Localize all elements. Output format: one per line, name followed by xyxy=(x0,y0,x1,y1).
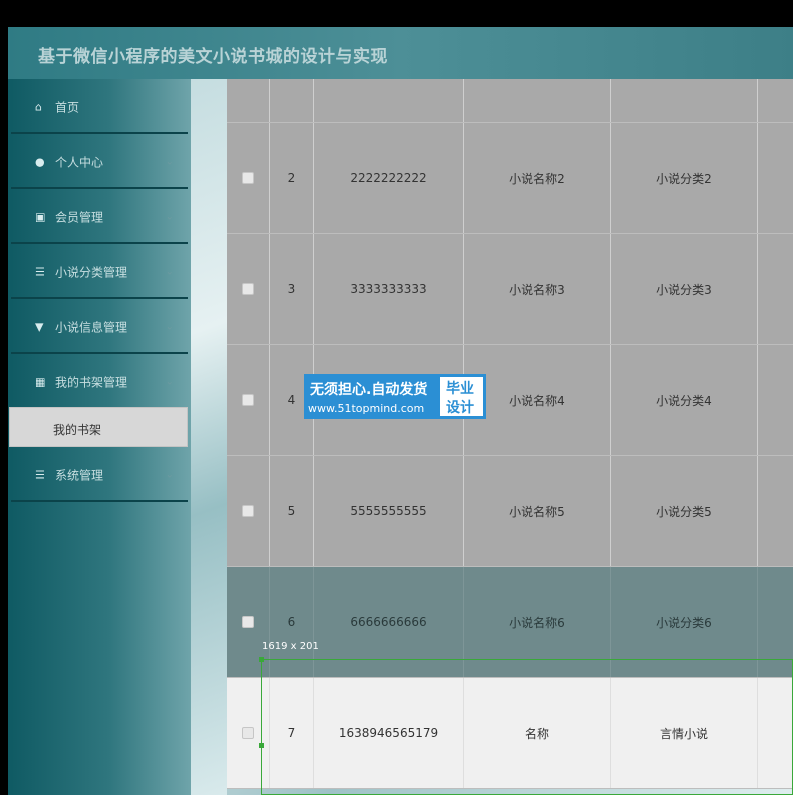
table-row[interactable]: 6 6666666666 小说名称6 小说分类6 xyxy=(227,567,793,678)
row-checkbox[interactable] xyxy=(242,394,254,406)
row-id: 2222222222 xyxy=(314,123,464,233)
row-category: 小说分类6 xyxy=(611,567,758,677)
row-name: 小说名称3 xyxy=(464,234,611,344)
list-icon: ☰ xyxy=(35,468,45,481)
row-name: 小说名称5 xyxy=(464,456,611,566)
chevron-down-icon: ⌄ xyxy=(165,156,174,167)
row-id: 1638946565179 xyxy=(314,678,464,788)
sidebar-item-label: 小说分类管理 xyxy=(55,265,128,279)
badge-bottom-text: 设计 xyxy=(446,400,474,416)
data-table: 2 2222222222 小说名称2 小说分类2 3 3333333333 小说… xyxy=(227,79,793,789)
sidebar-item-member-management[interactable]: ▣ 会员管理 ⌄ xyxy=(11,189,188,244)
watermark-banner: 无须担心.自动发货 www.51topmind.com 毕业 设计 xyxy=(304,374,486,419)
sidebar-subitem-my-bookshelf[interactable]: 我的书架 xyxy=(9,407,188,447)
top-header: 基于微信小程序的美文小说书城的设计与实现 xyxy=(8,27,793,79)
row-index: 5 xyxy=(270,456,314,566)
sidebar-item-system-management[interactable]: ☰ 系统管理 ⌄ xyxy=(11,447,188,502)
row-name: 小说名称4 xyxy=(464,345,611,455)
row-category: 小说分类5 xyxy=(611,456,758,566)
home-icon: ⌂ xyxy=(35,100,42,113)
watermark-line2: www.51topmind.com xyxy=(308,402,425,415)
row-id: 5555555555 xyxy=(314,456,464,566)
sidebar-item-personal-center[interactable]: ● 个人中心 ⌄ xyxy=(11,134,188,189)
row-id: 6666666666 xyxy=(314,567,464,677)
row-checkbox[interactable] xyxy=(242,727,254,739)
row-checkbox[interactable] xyxy=(242,505,254,517)
badge-top-text: 毕业 xyxy=(446,381,474,397)
sidebar-item-home[interactable]: ⌂ 首页 xyxy=(11,79,188,134)
table-row[interactable]: 5 5555555555 小说名称5 小说分类5 xyxy=(227,456,793,567)
table-row[interactable]: 2 2222222222 小说名称2 小说分类2 xyxy=(227,123,793,234)
sidebar-item-category-management[interactable]: ☰ 小说分类管理 ⌄ xyxy=(11,244,188,299)
sidebar-item-label: 个人中心 xyxy=(55,155,104,169)
sidebar-item-label: 首页 xyxy=(55,100,80,114)
sidebar-item-label: 会员管理 xyxy=(55,210,104,224)
row-id: 3333333333 xyxy=(314,234,464,344)
sidebar-item-label: 系统管理 xyxy=(55,468,104,482)
row-category: 言情小说 xyxy=(611,678,758,788)
submenu-label: 我的书架 xyxy=(53,423,102,437)
row-index: 2 xyxy=(270,123,314,233)
app-title: 基于微信小程序的美文小说书城的设计与实现 xyxy=(38,47,388,67)
row-checkbox[interactable] xyxy=(242,283,254,295)
app-frame: 基于微信小程序的美文小说书城的设计与实现 ⌂ 首页 ● 个人中心 ⌄ ▣ 会员管… xyxy=(8,27,793,795)
chevron-down-icon: ⌄ xyxy=(165,321,174,332)
flag-icon: ▼ xyxy=(35,320,44,333)
row-index: 6 xyxy=(270,567,314,677)
row-category: 小说分类3 xyxy=(611,234,758,344)
row-category: 小说分类4 xyxy=(611,345,758,455)
table-row[interactable]: 3 3333333333 小说名称3 小说分类3 xyxy=(227,234,793,345)
sidebar-item-bookshelf-management[interactable]: ▦ 我的书架管理 ⌄ xyxy=(11,354,188,409)
grid-icon: ▦ xyxy=(35,375,46,388)
row-name: 小说名称2 xyxy=(464,123,611,233)
watermark-badge: 毕业 设计 xyxy=(440,377,483,416)
sidebar-item-label: 我的书架管理 xyxy=(55,375,128,389)
row-name: 名称 xyxy=(464,678,611,788)
chevron-down-icon: ⌄ xyxy=(165,266,174,277)
chevron-down-icon: ⌄ xyxy=(165,211,174,222)
table-row[interactable]: 7 1638946565179 名称 言情小说 xyxy=(227,678,793,789)
row-name: 小说名称6 xyxy=(464,567,611,677)
table-header-row xyxy=(227,79,793,123)
row-index: 3 xyxy=(270,234,314,344)
watermark-line1: 无须担心.自动发货 xyxy=(310,382,428,398)
sidebar: ⌂ 首页 ● 个人中心 ⌄ ▣ 会员管理 ⌄ ☰ 小说分类管理 ⌄ ▼ 小说信息… xyxy=(8,79,191,795)
divider xyxy=(11,500,188,502)
clipboard-icon: ▣ xyxy=(35,210,46,223)
row-category: 小说分类2 xyxy=(611,123,758,233)
row-checkbox[interactable] xyxy=(242,172,254,184)
list-icon: ☰ xyxy=(35,265,45,278)
chevron-down-icon: ⌄ xyxy=(165,376,174,387)
sidebar-item-novel-management[interactable]: ▼ 小说信息管理 ⌄ xyxy=(11,299,188,354)
background-strip xyxy=(191,79,227,795)
chevron-down-icon: ⌄ xyxy=(165,469,174,480)
sidebar-item-label: 小说信息管理 xyxy=(55,320,128,334)
user-icon: ● xyxy=(35,155,45,168)
row-checkbox[interactable] xyxy=(242,616,254,628)
selection-size-label: 1619 x 201 xyxy=(262,641,319,652)
row-index: 7 xyxy=(270,678,314,788)
